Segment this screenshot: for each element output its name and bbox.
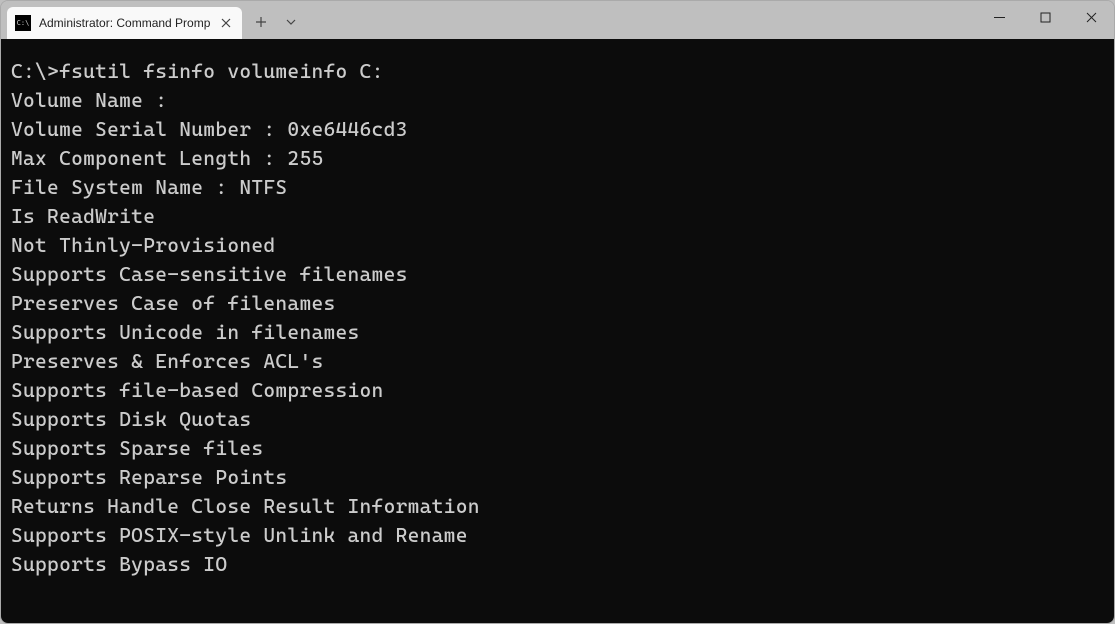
output-line: Supports Disk Quotas [11, 405, 1104, 434]
output-line: Not Thinly-Provisioned [11, 231, 1104, 260]
terminal-output-area[interactable]: C:\>fsutil fsinfo volumeinfo C:Volume Na… [1, 39, 1114, 623]
minimize-icon [994, 12, 1005, 23]
window-controls [976, 1, 1114, 39]
prompt: C:\> [11, 59, 59, 83]
close-button[interactable] [1068, 1, 1114, 33]
tab-dropdown-button[interactable] [276, 7, 306, 37]
output-line: Max Component Length : 255 [11, 144, 1104, 173]
cmd-icon: C:\ [15, 15, 31, 31]
chevron-down-icon [285, 16, 297, 28]
output-line: Supports Reparse Points [11, 463, 1104, 492]
output-line: Is ReadWrite [11, 202, 1104, 231]
output-line: Supports file-based Compression [11, 376, 1104, 405]
output-line: File System Name : NTFS [11, 173, 1104, 202]
tab-active[interactable]: C:\ Administrator: Command Promp [7, 7, 242, 39]
command: fsutil fsinfo volumeinfo C: [59, 59, 384, 83]
output-line: Supports POSIX-style Unlink and Rename [11, 521, 1104, 550]
output-line: Supports Sparse files [11, 434, 1104, 463]
tab-area: C:\ Administrator: Command Promp [1, 1, 976, 39]
plus-icon [255, 16, 267, 28]
new-tab-button[interactable] [246, 7, 276, 37]
output-line: Preserves & Enforces ACL's [11, 347, 1104, 376]
tab-title: Administrator: Command Promp [39, 16, 210, 30]
output-line: Supports Case-sensitive filenames [11, 260, 1104, 289]
close-icon [221, 18, 231, 28]
maximize-button[interactable] [1022, 1, 1068, 33]
output-line: Volume Serial Number : 0xe6446cd3 [11, 115, 1104, 144]
terminal-window: C:\ Administrator: Command Promp [0, 0, 1115, 624]
output-line: Supports Unicode in filenames [11, 318, 1104, 347]
output-line: Supports Bypass IO [11, 550, 1104, 579]
maximize-icon [1040, 12, 1051, 23]
close-icon [1086, 12, 1097, 23]
output-line: Preserves Case of filenames [11, 289, 1104, 318]
title-bar: C:\ Administrator: Command Promp [1, 1, 1114, 39]
tab-close-button[interactable] [218, 15, 234, 31]
output-line: Volume Name : [11, 86, 1104, 115]
prompt-line: C:\>fsutil fsinfo volumeinfo C: [11, 57, 1104, 86]
output-line: Returns Handle Close Result Information [11, 492, 1104, 521]
minimize-button[interactable] [976, 1, 1022, 33]
